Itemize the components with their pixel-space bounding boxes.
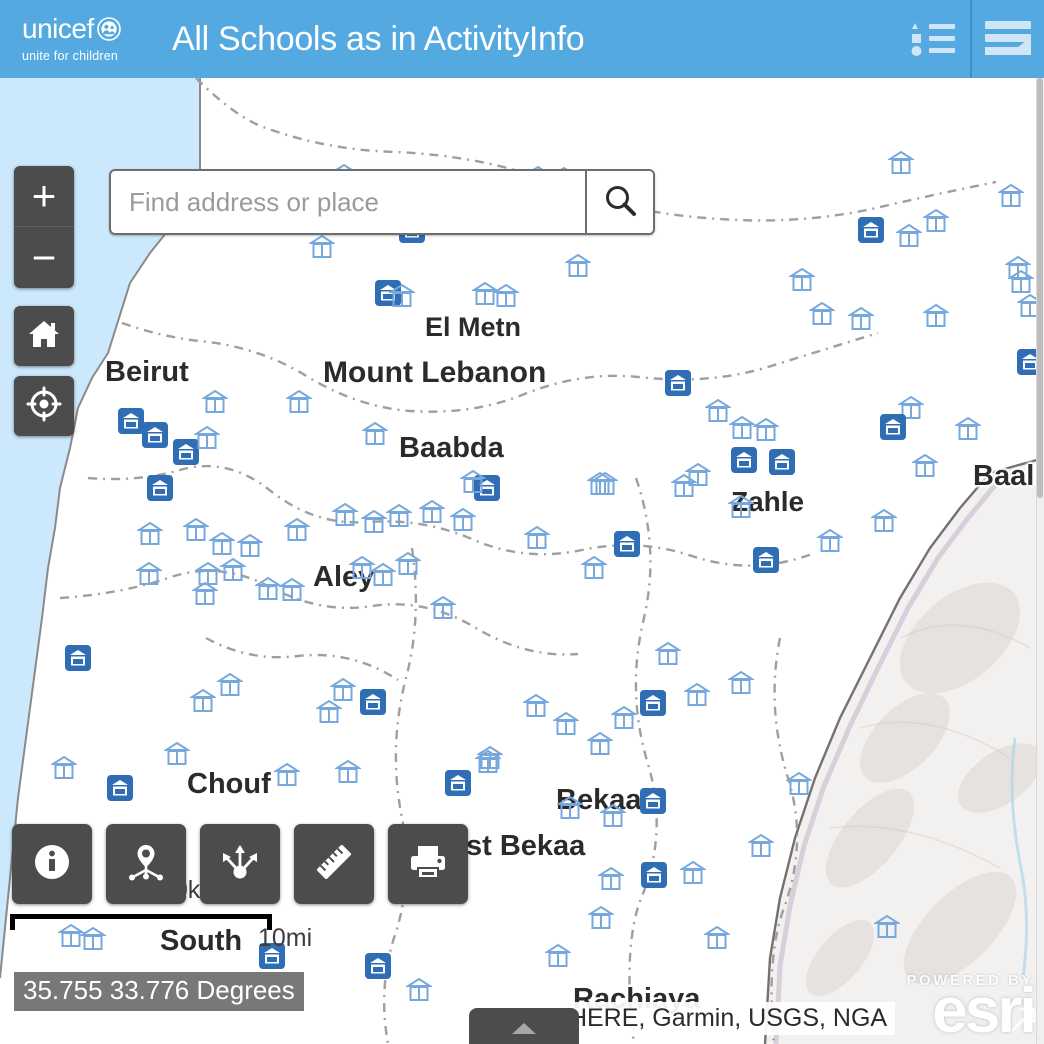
- scrollbar-thumb[interactable]: [1037, 78, 1043, 498]
- coordinate-readout: 35.755 33.776 Degrees: [14, 972, 304, 1011]
- zoom-control: + −: [14, 166, 74, 288]
- page-scrollbar[interactable]: [1036, 78, 1044, 1044]
- app-header: unicef unite for children All Schools as…: [0, 0, 1044, 78]
- unicef-logo: unicef unite for children: [0, 15, 160, 63]
- layer-list-icon: [982, 15, 1034, 64]
- locate-button[interactable]: [14, 376, 74, 436]
- info-button[interactable]: [12, 824, 92, 904]
- plus-icon: +: [31, 172, 57, 219]
- printer-icon: [406, 842, 450, 887]
- pin-node-icon: [124, 840, 168, 889]
- chevron-up-icon: [510, 1020, 538, 1041]
- legend-button[interactable]: [898, 0, 970, 78]
- unicef-wordmark: unicef: [22, 15, 160, 43]
- page-title: All Schools as in ActivityInfo: [172, 19, 585, 58]
- search-icon: [603, 183, 637, 222]
- unicef-wordmark-text: unicef: [22, 13, 94, 44]
- home-icon: [27, 318, 61, 355]
- minus-icon: −: [31, 233, 57, 281]
- search-widget: [109, 169, 655, 235]
- attribution-expand-button[interactable]: [469, 1008, 579, 1044]
- measure-button[interactable]: [294, 824, 374, 904]
- near-me-button[interactable]: [106, 824, 186, 904]
- map-application: unicef unite for children All Schools as…: [0, 0, 1044, 1044]
- unicef-tagline: unite for children: [22, 49, 119, 63]
- map-canvas[interactable]: El Metn Mount Lebanon Beirut Baabda Zahle Baa…: [0, 78, 1044, 1044]
- ruler-icon: [312, 840, 356, 889]
- search-input[interactable]: [111, 171, 585, 233]
- un-emblem-icon: [96, 17, 121, 41]
- home-button[interactable]: [14, 306, 74, 366]
- share-icon: [218, 841, 262, 888]
- info-icon: [31, 841, 73, 888]
- zoom-in-button[interactable]: +: [14, 166, 74, 227]
- layer-list-button[interactable]: [972, 0, 1044, 78]
- map-toolbar: [12, 824, 468, 904]
- zoom-out-button[interactable]: −: [14, 227, 74, 288]
- locate-crosshair-icon: [26, 386, 62, 427]
- share-button[interactable]: [200, 824, 280, 904]
- print-button[interactable]: [388, 824, 468, 904]
- search-button[interactable]: [585, 171, 653, 233]
- legend-icon: [910, 15, 958, 64]
- resize-grip-icon[interactable]: [1008, 1005, 1038, 1040]
